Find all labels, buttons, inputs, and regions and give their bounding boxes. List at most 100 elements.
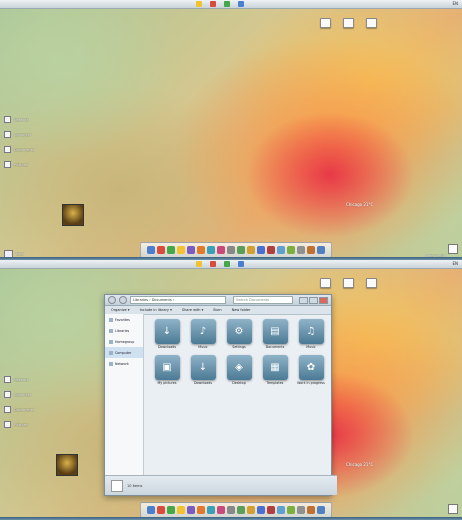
minimize-button[interactable]: [299, 296, 308, 304]
tray-text[interactable]: EN: [452, 0, 458, 8]
maximize-button[interactable]: [309, 296, 318, 304]
pictures-icon: [4, 421, 11, 428]
dock-app-icon[interactable]: [217, 246, 225, 254]
organize-menu[interactable]: Organize ▾: [111, 308, 130, 312]
taskbar-app-icon[interactable]: [238, 1, 244, 7]
folder-item[interactable]: ◈ Desktop: [221, 355, 257, 385]
dock-app-icon[interactable]: [167, 246, 175, 254]
recycle-bin-icon[interactable]: [448, 504, 458, 514]
nav-network[interactable]: Network: [105, 358, 143, 369]
dock-app-icon[interactable]: [277, 246, 285, 254]
window-controls: [299, 296, 328, 304]
shortcut-network[interactable]: Network: [4, 112, 34, 127]
dock-app-icon[interactable]: [257, 506, 265, 514]
include-library-menu[interactable]: Include in library ▾: [140, 308, 172, 312]
recycle-bin-icon[interactable]: [448, 244, 458, 254]
computer-icon[interactable]: [320, 278, 331, 288]
dock-app-icon[interactable]: [247, 506, 255, 514]
address-bar[interactable]: Libraries › Documents ›: [130, 296, 226, 304]
taskbar-app-icon[interactable]: [224, 1, 230, 7]
dock-app-icon[interactable]: [307, 506, 315, 514]
folder-label: Downloads: [193, 381, 213, 385]
taskbar-app-icon[interactable]: [196, 261, 202, 267]
desktop-shortcut-list: Network Computer Documents Pictures: [4, 372, 34, 432]
nav-libraries[interactable]: Libraries: [105, 325, 143, 336]
dock-app-icon[interactable]: [257, 246, 265, 254]
dock-app-icon[interactable]: [167, 506, 175, 514]
folder-item[interactable]: ▣ My pictures: [149, 355, 185, 385]
computer-icon: [4, 391, 11, 398]
computer-icon: [4, 131, 11, 138]
taskbar-app-icon[interactable]: [210, 1, 216, 7]
dock-app-icon[interactable]: [177, 506, 185, 514]
burn-button[interactable]: Burn: [213, 308, 221, 312]
dock-app-icon[interactable]: [217, 506, 225, 514]
documents-icon[interactable]: [343, 18, 354, 28]
nav-favorites[interactable]: Favorites: [105, 314, 143, 325]
search-input[interactable]: Search Documents: [233, 296, 293, 304]
taskbar-app-icon[interactable]: [224, 261, 230, 267]
documents-icon[interactable]: [343, 278, 354, 288]
shortcut-documents[interactable]: Documents: [4, 402, 34, 417]
dock-app-icon[interactable]: [147, 506, 155, 514]
folder-item[interactable]: ↓ Downloads: [185, 355, 221, 385]
shortcut-network[interactable]: Network: [4, 372, 34, 387]
close-button[interactable]: [319, 296, 328, 304]
dock-app-icon[interactable]: [177, 246, 185, 254]
dock-app-icon[interactable]: [147, 246, 155, 254]
shortcut-label: Computer: [14, 392, 32, 397]
folder-item[interactable]: ✿ Work in progress: [293, 355, 329, 385]
nav-computer[interactable]: Computer: [105, 347, 143, 358]
new-folder-button[interactable]: New folder: [232, 308, 251, 312]
folder-item[interactable]: ♪ Music: [185, 319, 221, 349]
back-button[interactable]: [108, 296, 116, 304]
folder-item[interactable]: ▤ Documents: [257, 319, 293, 349]
dock-app-icon[interactable]: [287, 506, 295, 514]
network-icon[interactable]: [366, 278, 377, 288]
medal-widget-icon[interactable]: [62, 204, 84, 226]
taskbar-app-icon[interactable]: [210, 261, 216, 267]
dock-app-icon[interactable]: [157, 506, 165, 514]
folder-item[interactable]: ↓ Downloads: [149, 319, 185, 349]
dock-app-icon[interactable]: [287, 246, 295, 254]
dock-app-icon[interactable]: [237, 246, 245, 254]
nav-homegroup[interactable]: Homegroup: [105, 336, 143, 347]
folder-item[interactable]: ♫ Music: [293, 319, 329, 349]
dock-app-icon[interactable]: [267, 246, 275, 254]
dock-app-icon[interactable]: [297, 506, 305, 514]
dock-app-icon[interactable]: [307, 246, 315, 254]
dock-app-icon[interactable]: [187, 246, 195, 254]
dock-app-icon[interactable]: [277, 506, 285, 514]
dock-app-icon[interactable]: [187, 506, 195, 514]
dock-app-icon[interactable]: [207, 506, 215, 514]
dock-app-icon[interactable]: [207, 246, 215, 254]
folder-item[interactable]: ⚙ Settings: [221, 319, 257, 349]
shortcut-computer[interactable]: Computer: [4, 387, 34, 402]
dock-app-icon[interactable]: [267, 506, 275, 514]
dock-app-icon[interactable]: [227, 506, 235, 514]
dock-app-icon[interactable]: [157, 246, 165, 254]
explorer-window[interactable]: Libraries › Documents › Search Documents…: [104, 294, 337, 496]
taskbar-app-icon[interactable]: [238, 261, 244, 267]
dock-app-icon[interactable]: [197, 246, 205, 254]
dock-app-icon[interactable]: [317, 246, 325, 254]
forward-button[interactable]: [119, 296, 127, 304]
shortcut-pictures[interactable]: Pictures: [4, 157, 34, 172]
dock-app-icon[interactable]: [247, 246, 255, 254]
shortcut-pictures[interactable]: Pictures: [4, 417, 34, 432]
network-icon[interactable]: [366, 18, 377, 28]
computer-icon[interactable]: [320, 18, 331, 28]
shortcut-documents[interactable]: Documents: [4, 142, 34, 157]
status-bar: 10 items: [105, 475, 337, 495]
dock-app-icon[interactable]: [237, 506, 245, 514]
dock-app-icon[interactable]: [197, 506, 205, 514]
folder-item[interactable]: ▦ Templates: [257, 355, 293, 385]
share-with-menu[interactable]: Share with ▾: [182, 308, 204, 312]
shortcut-computer[interactable]: Computer: [4, 127, 34, 142]
medal-widget-icon[interactable]: [56, 454, 78, 476]
tray-text[interactable]: EN: [452, 260, 458, 268]
dock-app-icon[interactable]: [227, 246, 235, 254]
taskbar-app-icon[interactable]: [196, 1, 202, 7]
dock-app-icon[interactable]: [297, 246, 305, 254]
dock-app-icon[interactable]: [317, 506, 325, 514]
